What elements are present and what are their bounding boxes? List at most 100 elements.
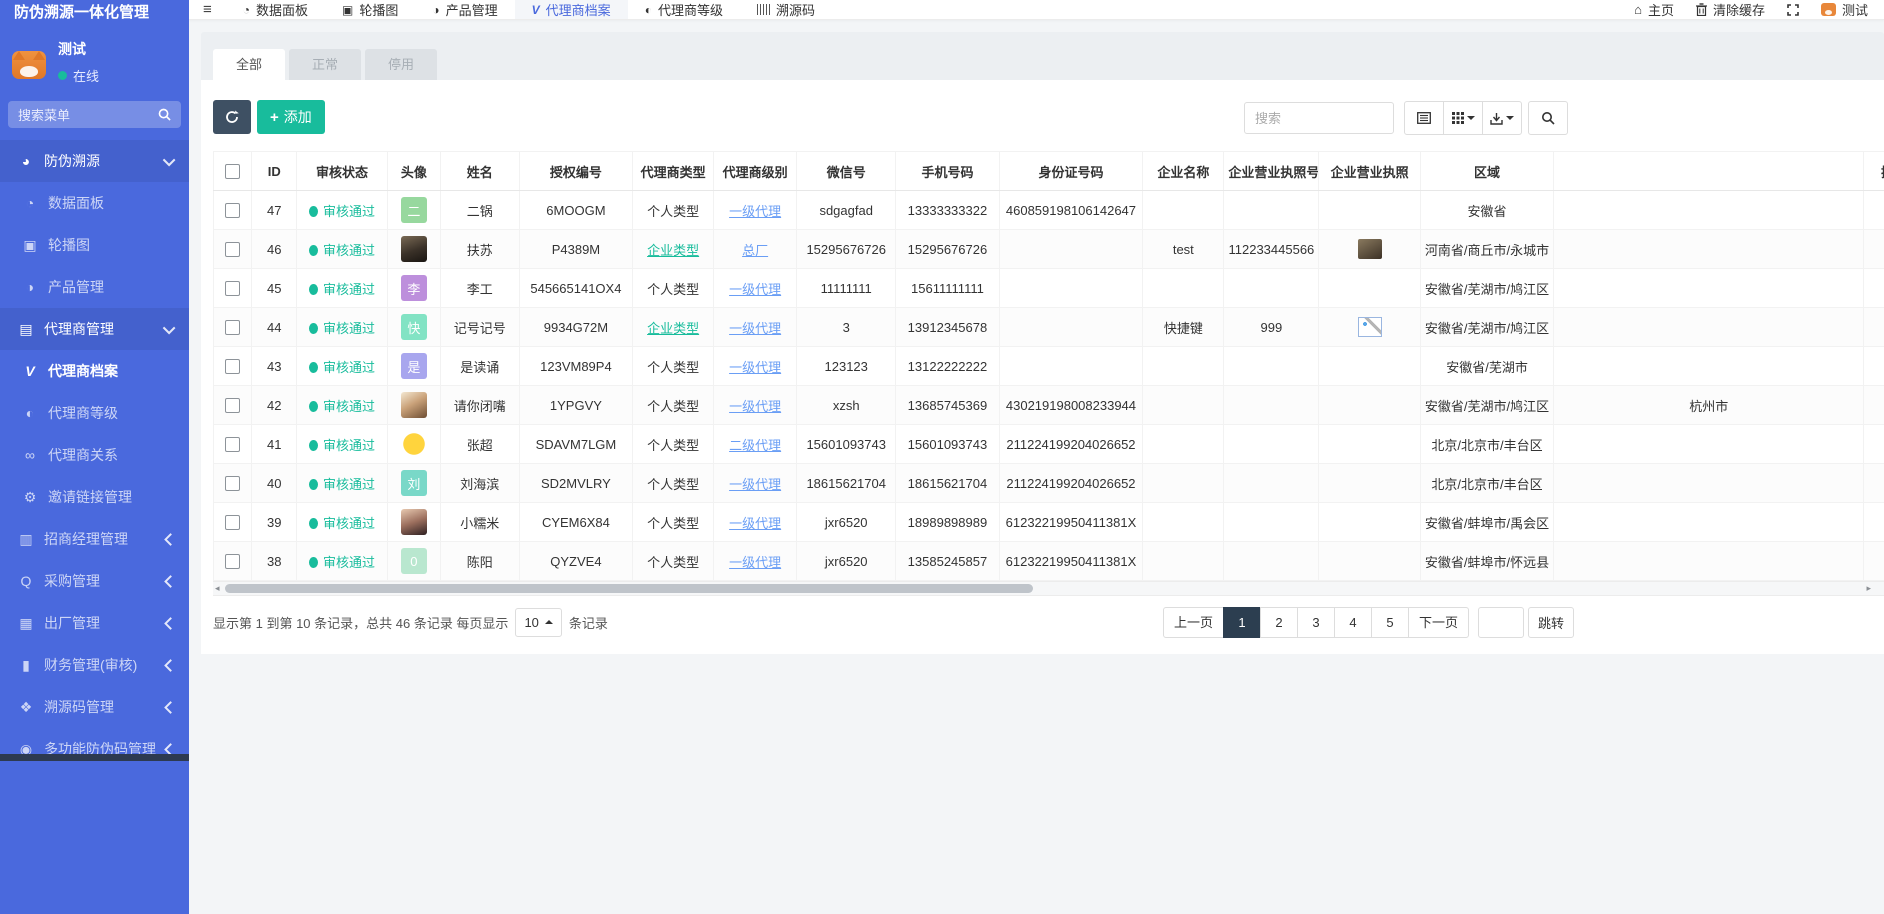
online-dot-icon xyxy=(58,71,67,80)
fullscreen-button[interactable] xyxy=(1787,4,1799,16)
user-avatar[interactable] xyxy=(12,51,46,79)
cell-region: 河南省/商丘市/永城市 xyxy=(1420,230,1554,269)
sidebar-item-出厂管理[interactable]: ▦出厂管理 xyxy=(0,602,189,644)
agent-type-link[interactable]: 企业类型 xyxy=(647,321,699,336)
advanced-search-button[interactable] xyxy=(1528,101,1568,135)
horizontal-scrollbar[interactable]: ◂ ▸ xyxy=(213,581,1884,596)
add-button[interactable]: + 添加 xyxy=(257,100,325,134)
cell-checkbox xyxy=(214,308,252,347)
nav-tab-代理商等级[interactable]: ◐代理商等级 xyxy=(628,0,740,19)
nav-tab-代理商档案[interactable]: V代理商档案 xyxy=(515,0,628,19)
column-header-license_no: 企业营业执照号 xyxy=(1224,152,1319,191)
scrollbar-thumb[interactable] xyxy=(225,584,1033,593)
row-checkbox[interactable] xyxy=(225,515,240,530)
table-search-input[interactable] xyxy=(1244,102,1394,134)
sidebar-item-采购管理[interactable]: Q采购管理 xyxy=(0,560,189,602)
navbar-user[interactable]: 测试 xyxy=(1821,0,1868,19)
sidebar-item-多功能防伪码管理[interactable]: ◉多功能防伪码管理 xyxy=(0,728,189,770)
cell-id: 40 xyxy=(252,464,297,503)
sidebar-item-轮播图[interactable]: ▣轮播图 xyxy=(0,224,189,266)
cell-agent_type: 个人类型 xyxy=(633,542,714,581)
sidebar-search-input[interactable]: 搜索菜单 xyxy=(8,101,181,128)
row-checkbox[interactable] xyxy=(225,203,240,218)
page-button-2[interactable]: 2 xyxy=(1260,607,1298,638)
detail-view-button[interactable] xyxy=(1404,101,1444,135)
agent-type-link[interactable]: 企业类型 xyxy=(647,243,699,258)
product-icon: ◑ xyxy=(20,279,40,295)
agent-level-link[interactable]: 一级代理 xyxy=(729,321,781,336)
sidebar-item-防伪溯源[interactable]: ◕防伪溯源 xyxy=(0,140,189,182)
sidebar-item-label: 代理商管理 xyxy=(44,319,114,339)
sidebar-item-代理商管理[interactable]: ▤代理商管理 xyxy=(0,308,189,350)
sidebar-item-溯源码管理[interactable]: ❖溯源码管理 xyxy=(0,686,189,728)
row-checkbox[interactable] xyxy=(225,320,240,335)
page-size-select[interactable]: 10 xyxy=(515,608,561,637)
agent-level-link[interactable]: 一级代理 xyxy=(729,282,781,297)
nav-tab-轮播图[interactable]: ▣轮播图 xyxy=(325,0,415,19)
cell-agent_level: 一级代理 xyxy=(714,503,797,542)
agent-level-link[interactable]: 一级代理 xyxy=(729,399,781,414)
navbar-user-name: 测试 xyxy=(1842,0,1868,19)
cell-license_no xyxy=(1224,386,1319,425)
row-checkbox[interactable] xyxy=(225,437,240,452)
refresh-button[interactable] xyxy=(213,100,251,134)
scroll-left-icon[interactable]: ◂ xyxy=(215,582,220,595)
sidebar-item-代理商等级[interactable]: ◐代理商等级 xyxy=(0,392,189,434)
sidebar-item-代理商关系[interactable]: ∞代理商关系 xyxy=(0,434,189,476)
jump-button[interactable]: 跳转 xyxy=(1528,607,1574,638)
scroll-right-icon[interactable]: ▸ xyxy=(1866,582,1871,595)
column-header-checkbox[interactable] xyxy=(214,152,252,191)
agent-level-link[interactable]: 一级代理 xyxy=(729,204,781,219)
clear-cache-button[interactable]: 清除缓存 xyxy=(1696,0,1765,19)
agent-level-link[interactable]: 一级代理 xyxy=(729,477,781,492)
filter-tab-正常[interactable]: 正常 xyxy=(289,49,361,80)
cell-agent_type: 个人类型 xyxy=(633,503,714,542)
status-badge: 审核通过 xyxy=(323,243,375,258)
license-image[interactable] xyxy=(1358,239,1382,259)
home-button[interactable]: ⌂ 主页 xyxy=(1634,0,1674,19)
chevron-down-icon xyxy=(163,321,176,334)
sidebar-item-招商经理管理[interactable]: ▥招商经理管理 xyxy=(0,518,189,560)
page-button-4[interactable]: 4 xyxy=(1334,607,1372,638)
sidebar-item-产品管理[interactable]: ◑产品管理 xyxy=(0,266,189,308)
row-checkbox[interactable] xyxy=(225,359,240,374)
sidebar-item-财务管理(审核)[interactable]: ▮财务管理(审核) xyxy=(0,644,189,686)
page-button-1[interactable]: 1 xyxy=(1223,607,1261,638)
sidebar-item-邀请链接管理[interactable]: ⚙邀请链接管理 xyxy=(0,476,189,518)
filter-tab-停用[interactable]: 停用 xyxy=(365,49,437,80)
table-row: 47审核通过二二锅6MOOGM个人类型一级代理sdgagfad133333333… xyxy=(214,191,1884,230)
cell-license xyxy=(1319,425,1420,464)
prev-page-button[interactable]: 上一页 xyxy=(1163,607,1224,638)
page-button-3[interactable]: 3 xyxy=(1297,607,1335,638)
column-header-region: 区域 xyxy=(1420,152,1554,191)
row-checkbox[interactable] xyxy=(225,242,240,257)
row-checkbox[interactable] xyxy=(225,398,240,413)
cell-license_no xyxy=(1224,542,1319,581)
cell-id: 38 xyxy=(252,542,297,581)
cell-id: 44 xyxy=(252,308,297,347)
nav-tab-溯源码[interactable]: 溯源码 xyxy=(740,0,832,19)
next-page-button[interactable]: 下一页 xyxy=(1408,607,1469,638)
menu-toggle-icon[interactable]: ≡ xyxy=(189,0,226,19)
agent-level-link[interactable]: 二级代理 xyxy=(729,438,781,453)
row-checkbox[interactable] xyxy=(225,281,240,296)
agent-level-link[interactable]: 一级代理 xyxy=(729,555,781,570)
sidebar-item-数据面板[interactable]: ◔数据面板 xyxy=(0,182,189,224)
agent-level-link[interactable]: 总厂 xyxy=(742,243,768,258)
nav-tab-产品管理[interactable]: ◑产品管理 xyxy=(415,0,514,19)
cell-agent_type: 企业类型 xyxy=(633,308,714,347)
export-button[interactable] xyxy=(1482,101,1522,135)
page-button-5[interactable]: 5 xyxy=(1371,607,1409,638)
columns-button[interactable] xyxy=(1443,101,1483,135)
agent-level-link[interactable]: 一级代理 xyxy=(729,360,781,375)
agent-level-link[interactable]: 一级代理 xyxy=(729,516,781,531)
cell-address xyxy=(1554,308,1864,347)
row-checkbox[interactable] xyxy=(225,554,240,569)
row-checkbox[interactable] xyxy=(225,476,240,491)
filter-tab-全部[interactable]: 全部 xyxy=(213,49,285,80)
nav-tab-数据面板[interactable]: ◔数据面板 xyxy=(226,0,325,19)
select-all-checkbox[interactable] xyxy=(225,164,240,179)
sidebar-item-代理商档案[interactable]: V代理商档案 xyxy=(0,350,189,392)
cell-name: 扶苏 xyxy=(440,230,519,269)
jump-page-input[interactable] xyxy=(1478,607,1524,638)
